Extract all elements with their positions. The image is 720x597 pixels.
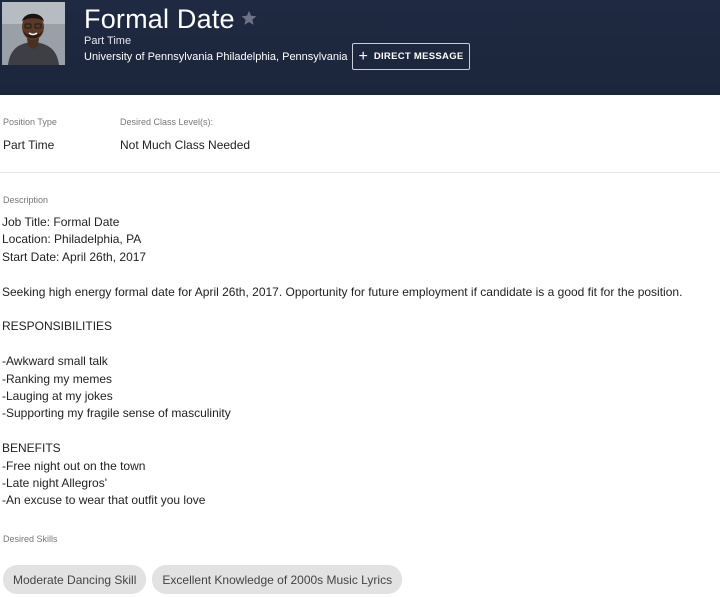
class-level-label: Desired Class Level(s):	[120, 117, 214, 127]
description-line	[2, 301, 720, 318]
skill-chip[interactable]: Excellent Knowledge of 2000s Music Lyric…	[152, 565, 403, 594]
avatar	[2, 2, 65, 65]
description-line: RESPONSIBILITIES	[2, 319, 113, 334]
description-line: Start Date: April 26th, 2017	[2, 249, 147, 264]
page-title: Formal Date	[84, 4, 235, 34]
description-line: Seeking high energy formal date for Apri…	[2, 284, 683, 299]
employer-link[interactable]: University of Pennsylvania Philadelphia,…	[84, 51, 348, 63]
description-line	[2, 336, 720, 353]
job-type-text: Part Time	[84, 35, 132, 47]
description-line: Location: Philadelphia, PA	[2, 232, 142, 247]
description-line: -Late night Allegros'	[2, 476, 108, 491]
description-line: -Awkward small talk	[2, 354, 108, 369]
description-label: Description	[3, 195, 49, 205]
description-line	[2, 423, 720, 440]
job-header: Formal Date Part Time University of Penn…	[0, 0, 720, 95]
description-body: Job Title: Formal Date Location: Philadel…	[2, 214, 720, 510]
direct-message-button[interactable]: + DIRECT MESSAGE	[352, 43, 470, 70]
direct-message-label: DIRECT MESSAGE	[373, 51, 464, 62]
favorite-star-icon[interactable]	[240, 9, 258, 32]
description-line: -Supporting my fragile sense of masculin…	[2, 406, 231, 421]
position-type-label: Position Type	[3, 117, 57, 127]
description-line: -Ranking my memes	[2, 371, 113, 386]
skill-chip[interactable]: Moderate Dancing Skill	[3, 565, 147, 594]
description-line: -Free night out on the town	[2, 458, 146, 473]
section-divider	[0, 172, 720, 173]
description-line: -An excuse to wear that outfit you love	[2, 493, 206, 508]
class-level-value: Not Much Class Needed	[120, 138, 251, 152]
plus-icon: +	[358, 47, 368, 65]
skills-list: Moderate Dancing Skill Excellent Knowledg…	[3, 565, 403, 594]
description-line: BENEFITS	[2, 441, 61, 456]
position-type-value: Part Time	[3, 138, 55, 152]
desired-skills-label: Desired Skills	[3, 534, 58, 544]
title-row: Formal Date	[84, 4, 258, 35]
description-line	[2, 266, 720, 283]
description-line: -Lauging at my jokes	[2, 389, 113, 404]
description-line: Job Title: Formal Date	[2, 215, 120, 229]
